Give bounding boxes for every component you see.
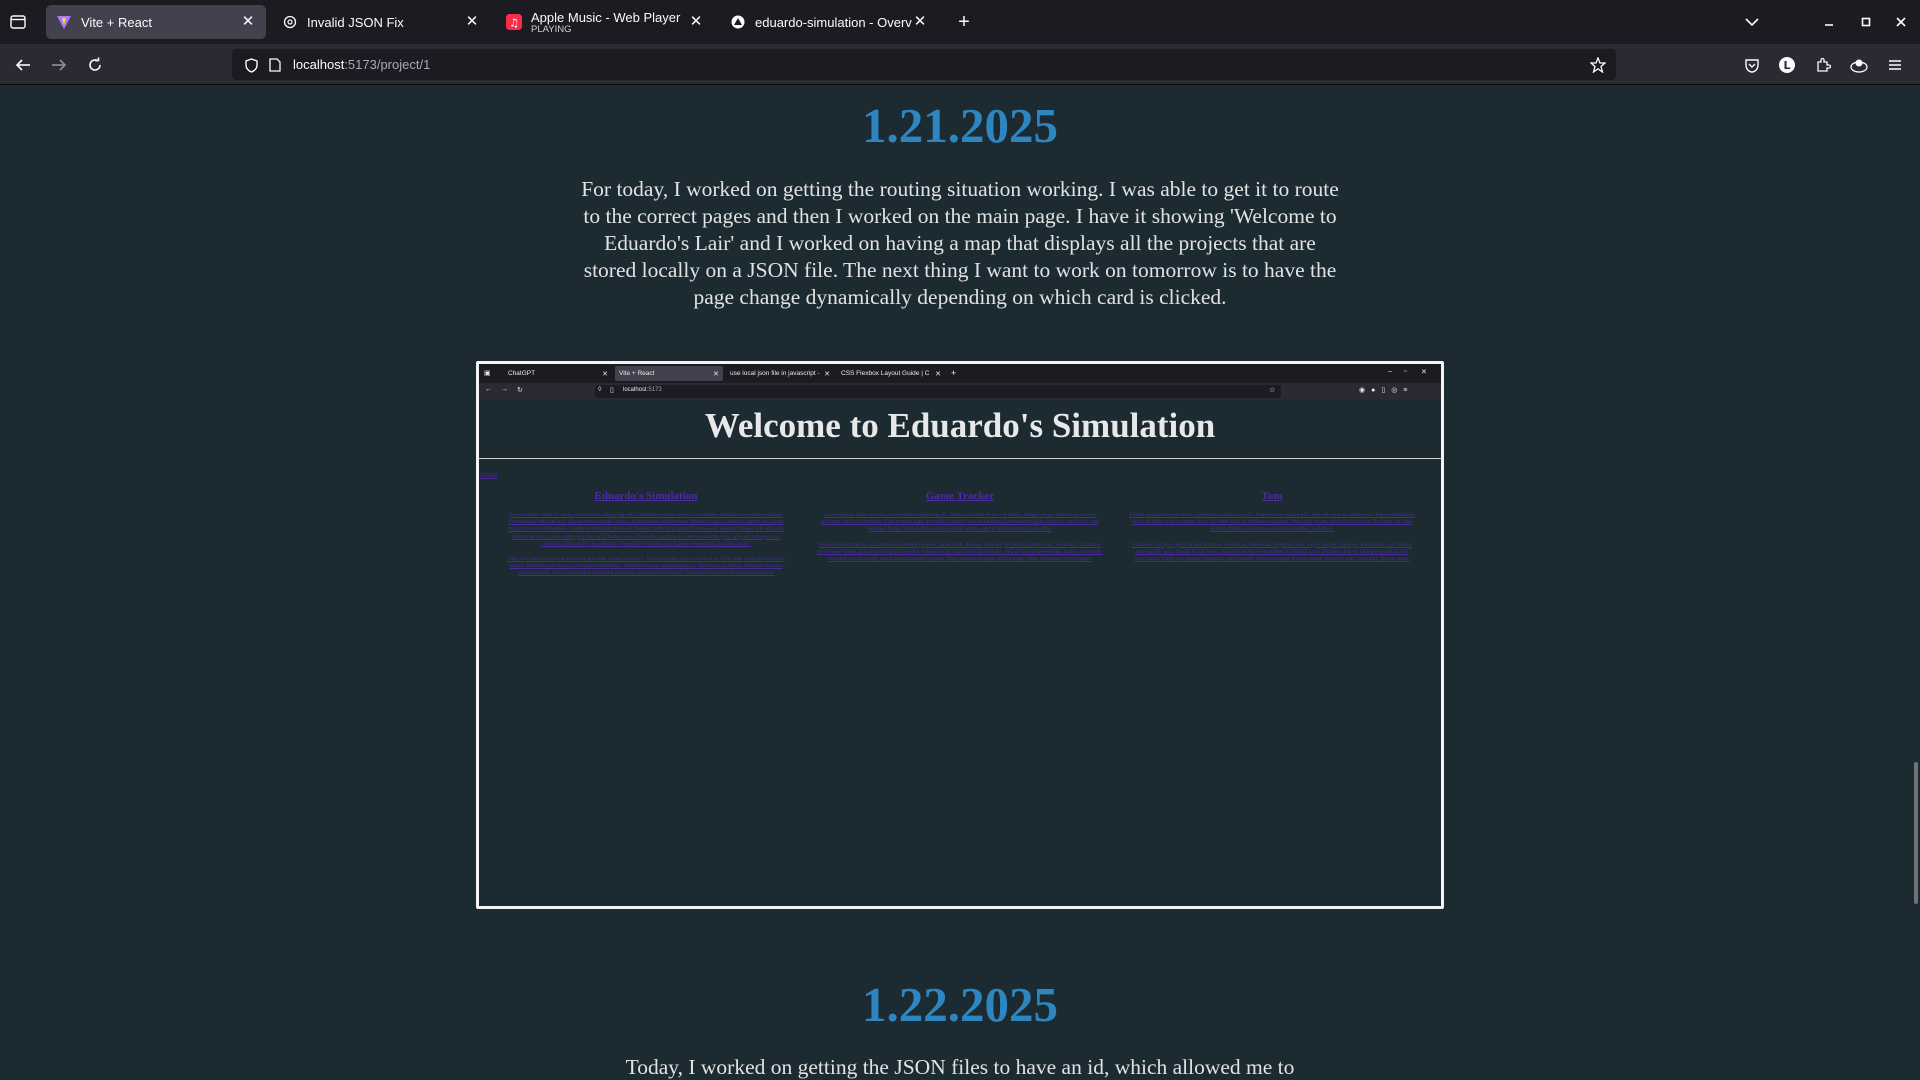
extension-addon-icon[interactable] [1846, 52, 1872, 78]
screenshot-heading: Welcome to Eduardo's Simulation [704, 406, 1216, 445]
screenshot-project-card: Eduardo's Simulation Lorem ipsum dolor s… [503, 490, 789, 586]
reload-icon: ↻ [517, 387, 523, 394]
new-tab-icon[interactable]: + [954, 11, 974, 33]
svg-text:♫: ♫ [509, 17, 519, 30]
tab-playing-label: PLAYING [531, 23, 572, 35]
bookmark-star-icon[interactable] [1585, 52, 1611, 78]
tracking-protection-shield-icon[interactable] [238, 52, 264, 78]
maximize-icon: ▫ [1404, 368, 1407, 375]
tab-title: Invalid JSON Fix [307, 14, 404, 30]
tab-bar: Vite + React ✕ Invalid JSON Fix ✕ ♫ Appl… [0, 0, 1920, 44]
project-card-text: Lorem ipsum dolor sit amet, consectetur … [1129, 512, 1415, 533]
vercel-icon [730, 14, 746, 30]
tab-title-text: Apple Music - Web Player [531, 9, 681, 25]
screenshot-address-bar: ◊ ▯ localhost:5173 ☆ [595, 385, 1281, 398]
screenshot-tab-title: Vite + React [619, 370, 655, 377]
entry-screenshot: ▣ ChatGPT ✕ Vite + React ✕ use local json … [476, 361, 1444, 909]
back-icon[interactable] [10, 52, 36, 78]
reload-icon[interactable] [82, 52, 108, 78]
screenshot-tab: ChatGPT ✕ [504, 366, 612, 381]
screenshot-tab-title: CSS Flexbox Layout Guide | C [841, 370, 930, 377]
vite-icon [56, 14, 72, 30]
project-card-text: Nam nibh lorem molestie, faucibus pulvin… [507, 556, 785, 577]
screenshot-tab-title: use local json file in javascript - [730, 370, 820, 377]
screenshot-tab-bar: ▣ ChatGPT ✕ Vite + React ✕ use local json … [479, 364, 1441, 383]
new-tab-icon: + [951, 368, 957, 378]
screenshot-nav-bar: ← → ↻ ◊ ▯ localhost:5173 ☆ ◉●▯◎≡ [479, 383, 1441, 400]
firefox-view-icon[interactable] [8, 12, 28, 32]
project-card-text: Proin hendrerit tellus, accumsan element… [817, 541, 1103, 563]
close-window-icon[interactable] [1890, 12, 1912, 32]
openai-icon [282, 14, 298, 30]
close-icon: ✕ [824, 370, 830, 378]
forward-icon: → [501, 386, 508, 393]
tab-vite-react[interactable]: Vite + React ✕ [46, 5, 266, 39]
navigation-toolbar: localhost:5173/project/1 L [0, 44, 1920, 85]
project-card-title: Game Tracker [925, 490, 995, 502]
tab-apple-music[interactable]: ♫ Apple Music - Web Player PLAYING ✕ [496, 5, 714, 39]
screenshot-project-card: Game Tracker Lorem ipsum dolor sit amet,… [817, 490, 1103, 571]
close-icon[interactable]: ✕ [688, 14, 704, 30]
page-info-icon: ▯ [610, 387, 614, 394]
entry-text: Today, I worked on getting the JSON file… [625, 1055, 1295, 1079]
screenshot-url-host: localhost [623, 387, 647, 393]
pocket-icon[interactable] [1739, 52, 1765, 78]
screenshot-tab: Vite + React ✕ [615, 366, 723, 381]
close-icon: ✕ [713, 370, 719, 378]
extensions-icon[interactable] [1810, 52, 1836, 78]
tab-title: Vite + React [81, 14, 152, 30]
maximize-icon[interactable] [1855, 12, 1877, 32]
forward-icon[interactable] [46, 52, 72, 78]
list-all-tabs-icon[interactable] [1742, 12, 1762, 32]
page-content: 1.21.2025 For today, I worked on getting… [0, 85, 1920, 1080]
app-menu-icon[interactable] [1882, 52, 1908, 78]
page-info-icon[interactable] [262, 52, 288, 78]
shield-icon: ◊ [598, 386, 602, 393]
close-window-icon: ✕ [1421, 369, 1427, 376]
screenshot-tab-title: ChatGPT [508, 370, 536, 377]
close-icon[interactable]: ✕ [464, 14, 480, 30]
back-icon: ← [485, 386, 492, 393]
tab-eduardo-simulation[interactable]: eduardo-simulation - Overview - ✕ [720, 5, 938, 39]
project-card-title: Tom [1261, 490, 1283, 502]
close-icon[interactable]: ✕ [912, 14, 928, 30]
screenshot-url-port: :5173 [646, 387, 662, 393]
project-card-text: Lorem ipsum dolor sit amet, consectetur … [508, 512, 784, 547]
close-icon: ✕ [935, 370, 941, 378]
tab-title: eduardo-simulation - Overview - [755, 14, 912, 30]
toolbar-extension-icons: ◉●▯◎≡ [1359, 387, 1414, 394]
account-avatar-icon[interactable]: L [1774, 52, 1800, 78]
project-card-text: Vivamus volutpat, quam id nisl ultricies… [1131, 541, 1413, 563]
screenshot-tab: CSS Flexbox Layout Guide | C ✕ [837, 366, 945, 381]
page-scrollbar[interactable] [1914, 762, 1918, 904]
svg-text:L: L [1783, 59, 1790, 72]
entry-date: 1.22.2025 [862, 977, 1058, 1032]
entry-date: 1.21.2025 [862, 98, 1058, 153]
close-icon: ✕ [602, 370, 608, 378]
close-icon[interactable]: ✕ [240, 14, 256, 30]
screenshot-tab: use local json file in javascript - ✕ [726, 366, 834, 381]
project-card-title: Eduardo's Simulation [594, 490, 698, 502]
address-bar[interactable]: localhost:5173/project/1 [232, 49, 1616, 80]
screenshot-divider [479, 458, 1441, 459]
screenshot-project-card: Tom Lorem ipsum dolor sit amet, consecte… [1129, 490, 1415, 571]
url-host: localhost [293, 57, 345, 72]
url-text[interactable]: localhost:5173/project/1 [293, 57, 430, 72]
minimize-icon: – [1388, 368, 1392, 375]
tab-title: Apple Music - Web Player PLAYING [531, 10, 688, 35]
project-card-text: Lorem ipsum dolor sit amet, consectetur … [821, 512, 1099, 533]
url-path: :5173/project/1 [344, 57, 431, 72]
tab-invalid-json-fix[interactable]: Invalid JSON Fix ✕ [272, 5, 490, 39]
firefox-view-icon: ▣ [484, 370, 491, 377]
screenshot-url: localhost:5173 [623, 387, 662, 393]
apple-music-icon: ♫ [506, 14, 522, 30]
bookmark-star-icon: ☆ [1269, 387, 1276, 394]
screenshot-home-link: Home [480, 471, 498, 479]
minimize-icon[interactable] [1818, 12, 1840, 32]
entry-text: For today, I worked on getting the routi… [581, 177, 1339, 309]
